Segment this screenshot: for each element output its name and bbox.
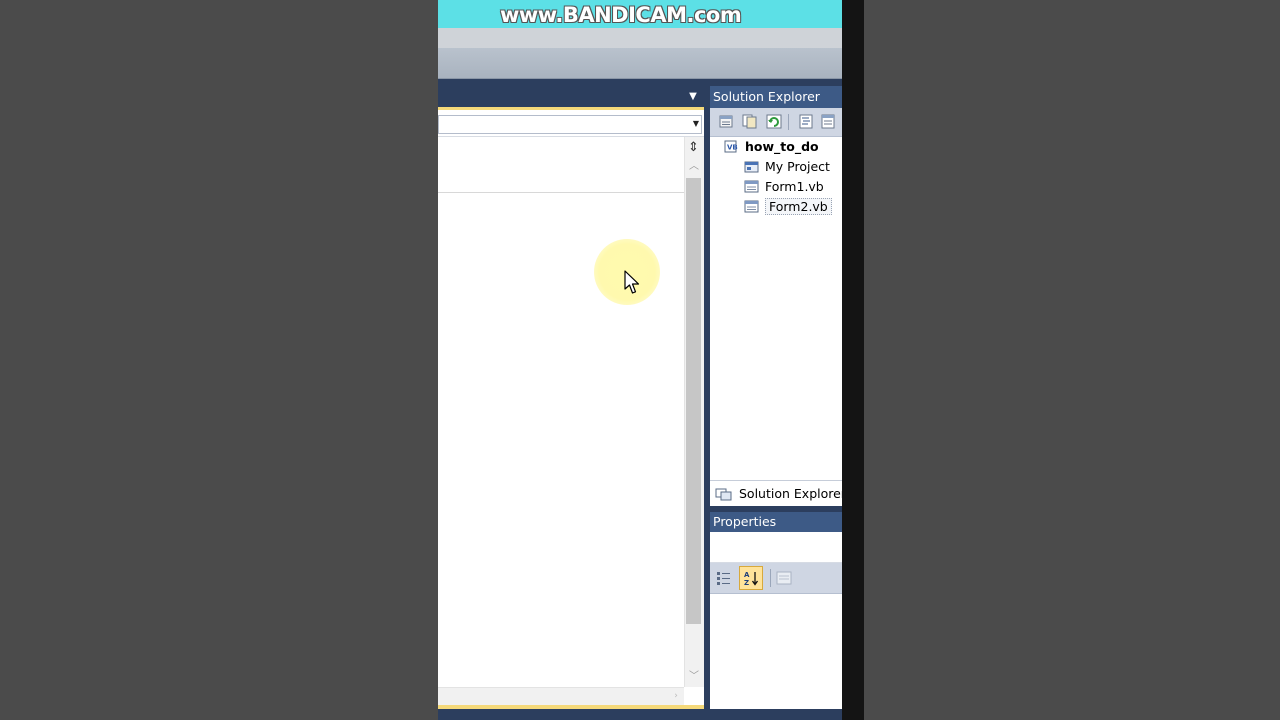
procedure-separator	[438, 192, 684, 193]
view-code-icon[interactable]	[798, 114, 814, 129]
toolbar	[438, 48, 842, 79]
scroll-down-icon[interactable]: ﹀	[687, 670, 701, 684]
properties-icon[interactable]	[718, 114, 734, 129]
tree-item-my-project[interactable]: My Project	[744, 158, 830, 176]
solution-tree: VB how_to_do My Project Form1.vb Form2.v…	[710, 137, 842, 480]
horizontal-scrollbar[interactable]	[438, 687, 684, 706]
my-project-icon	[744, 161, 759, 173]
properties-toolbar: A Z	[710, 563, 842, 594]
tree-item-label: My Project	[765, 159, 830, 174]
categorized-icon[interactable]	[716, 570, 732, 586]
properties-object-combo[interactable]	[710, 532, 842, 563]
tree-item-form1[interactable]: Form1.vb	[744, 178, 824, 196]
svg-text:Z: Z	[744, 579, 749, 586]
properties-grid	[710, 594, 842, 709]
solution-explorer-tab-label: Solution Explorer	[739, 486, 842, 501]
show-all-files-icon[interactable]	[742, 114, 758, 129]
svg-text:A: A	[744, 571, 750, 579]
refresh-icon[interactable]	[766, 114, 782, 129]
solution-explorer-title: Solution Explorer	[710, 86, 842, 108]
scroll-up-icon[interactable]: ︿	[687, 160, 701, 174]
toolbar-separator	[770, 569, 771, 587]
mouse-pointer-icon	[624, 270, 640, 294]
toolbar-separator	[788, 114, 789, 130]
solution-explorer-tab[interactable]: Solution Explorer	[710, 480, 842, 506]
tree-item-form2[interactable]: Form2.vb	[744, 198, 832, 216]
tree-item-label-selected: Form2.vb	[765, 198, 832, 215]
editor-tab-strip	[438, 85, 704, 107]
scroll-right-icon[interactable]: ›	[670, 689, 682, 703]
status-area	[438, 709, 842, 720]
chevron-down-icon[interactable]: ▼	[686, 92, 700, 102]
form-icon	[744, 180, 759, 193]
properties-title: Properties	[710, 512, 842, 532]
watermark-text: www.BANDICAM.com	[500, 3, 742, 27]
vertical-scroll-thumb[interactable]	[686, 178, 701, 624]
alphabetical-button[interactable]: A Z	[739, 566, 763, 590]
vb-project-icon: VB	[724, 140, 738, 153]
code-text-area[interactable]	[438, 137, 684, 697]
tree-item-project[interactable]: VB how_to_do	[724, 138, 819, 156]
tree-item-label: Form1.vb	[765, 179, 824, 194]
ide-window: www.BANDICAM.com ▼ ▼ ⇕ ︿ ﹀ › Solution Ex…	[438, 0, 842, 720]
solution-explorer-toolbar	[710, 108, 842, 137]
property-pages-icon[interactable]	[776, 570, 792, 586]
combo-dropdown-icon[interactable]: ▼	[690, 118, 702, 130]
recording-watermark-bar: www.BANDICAM.com	[438, 0, 842, 28]
pillarbox-edge	[842, 0, 864, 720]
alphabetical-icon: A Z	[744, 571, 759, 586]
view-designer-icon[interactable]	[820, 114, 836, 129]
split-editor-icon[interactable]: ⇕	[686, 140, 701, 155]
method-name-combo[interactable]	[438, 115, 702, 134]
solution-explorer-icon	[715, 488, 732, 501]
tree-item-label: how_to_do	[745, 139, 819, 154]
menu-bar	[438, 28, 842, 48]
svg-text:VB: VB	[727, 144, 738, 152]
form-icon	[744, 200, 759, 213]
